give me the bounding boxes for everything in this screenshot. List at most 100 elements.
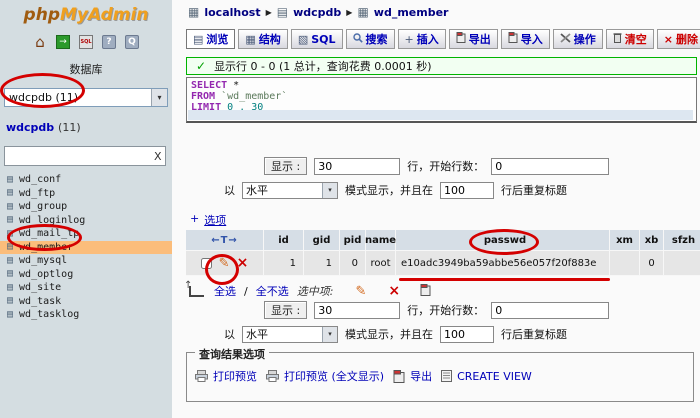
uncheck-all-link[interactable]: 全不选	[256, 283, 289, 299]
database-select[interactable]: wdcpdb (11) ▾	[4, 88, 168, 107]
breadcrumb: ▦ localhost ▶ ▤ wdcpdb ▶ ▦ wd_member	[188, 5, 448, 19]
print-view-full-link[interactable]: 打印预览 (全文显示)	[266, 368, 384, 384]
table-icon: ▤	[7, 242, 13, 252]
sidebar-item-wd_conf[interactable]: ▤wd_conf	[0, 173, 172, 187]
display-mode-select[interactable]: 水平 ▾	[242, 326, 338, 343]
search-icon	[353, 33, 363, 46]
mode-suffix-label: 模式显示，并且在	[345, 182, 433, 198]
column-header-sfzh[interactable]: sfzh	[664, 230, 700, 251]
sql-box-footer	[188, 110, 693, 120]
rows-label: 行，开始行数：	[407, 158, 484, 174]
sidebar-item-wd_task[interactable]: ▤wd_task	[0, 295, 172, 309]
options-toggle[interactable]: + 选项	[190, 212, 226, 228]
export-selected-icon[interactable]	[420, 284, 431, 299]
structure-icon: ▦	[245, 33, 255, 46]
breadcrumb-table[interactable]: wd_member	[374, 6, 449, 19]
select-arrow-icon: ▾	[322, 327, 337, 342]
create-view-link[interactable]: CREATE VIEW	[441, 370, 532, 383]
query-results-options: 查询结果选项 打印预览 打印预览 (全文显示) 导出 CREATE VIEW	[186, 352, 694, 402]
trash-icon	[613, 32, 622, 46]
edit-selected-icon[interactable]: ✎	[355, 285, 366, 298]
tab-operations[interactable]: 操作	[553, 29, 603, 49]
export-link[interactable]: 导出	[393, 368, 432, 384]
column-header-gid[interactable]: gid	[304, 230, 340, 251]
repeat-headers-input[interactable]	[440, 326, 494, 343]
browse-icon: ▤	[193, 33, 203, 46]
plus-icon: +	[190, 212, 199, 228]
table-filter-input[interactable]	[5, 148, 150, 164]
check-all-link[interactable]: 全选	[214, 283, 236, 299]
edit-pencil-icon[interactable]: ✎	[219, 257, 230, 270]
tab-drop[interactable]: ×删除	[657, 29, 700, 49]
column-header-name[interactable]: name	[366, 230, 396, 251]
tab-insert[interactable]: +插入	[398, 29, 446, 49]
sidebar-item-wd_mail_tp[interactable]: ▤wd_mail_tp	[0, 227, 172, 241]
delete-selected-icon[interactable]: ×	[388, 285, 400, 298]
sidebar-item-wd_site[interactable]: ▤wd_site	[0, 281, 172, 295]
table-icon: ▤	[7, 283, 13, 293]
tab-browse[interactable]: ▤浏览	[186, 29, 235, 49]
table-row: ✎ × 1 1 0 root e10adc3949ba59abbe56e057f…	[186, 251, 700, 276]
table-icon: ▤	[7, 296, 13, 306]
filter-clear-button[interactable]: X	[150, 150, 166, 163]
sidebar-item-wd_group[interactable]: ▤wd_group	[0, 200, 172, 214]
print-view-link[interactable]: 打印预览	[195, 368, 257, 384]
select-arrow-icon: ▾	[322, 183, 337, 198]
sql-line-from: FROM `wd_member`	[191, 91, 692, 102]
tab-export[interactable]: 导出	[449, 29, 498, 49]
table-header-row: ←T→ id gid pid name passwd xm xb sfzh	[186, 230, 700, 251]
sidebar-item-wd_loginlog[interactable]: ▤wd_loginlog	[0, 214, 172, 228]
sidebar-item-wd_ftp[interactable]: ▤wd_ftp	[0, 187, 172, 201]
tab-import[interactable]: 导入	[501, 29, 550, 49]
table-icon: ▤	[7, 215, 13, 225]
tab-empty[interactable]: 清空	[606, 29, 654, 49]
sidebar-item-wd_tasklog[interactable]: ▤wd_tasklog	[0, 308, 172, 322]
repeat-headers-input[interactable]	[440, 182, 494, 199]
show-button[interactable]: 显示 :	[264, 157, 307, 175]
delete-x-icon[interactable]: ×	[237, 257, 249, 270]
home-icon[interactable]: ⌂	[33, 35, 47, 49]
tab-sql[interactable]: ▧SQL	[291, 29, 343, 49]
help-icon[interactable]: ?	[102, 35, 116, 49]
printer-icon	[266, 370, 279, 382]
logout-icon[interactable]: →	[56, 35, 70, 49]
display-mode-select[interactable]: 水平 ▾	[242, 182, 338, 199]
num-rows-input[interactable]	[314, 302, 400, 319]
column-header-id[interactable]: id	[264, 230, 304, 251]
results-table: ←T→ id gid pid name passwd xm xb sfzh ✎ …	[186, 230, 700, 276]
table-icon: ▤	[7, 256, 13, 266]
query-window-icon[interactable]: Q	[125, 35, 139, 49]
sql-icon: ▧	[298, 33, 308, 46]
breadcrumb-server[interactable]: localhost	[204, 6, 260, 19]
sidebar-item-wd_optlog[interactable]: ▤wd_optlog	[0, 268, 172, 282]
column-nav-arrows[interactable]: ←T→	[211, 235, 238, 246]
table-icon: ▤	[7, 175, 13, 185]
export-icon	[456, 32, 466, 46]
table-icon: ▤	[7, 229, 13, 239]
sql-window-icon[interactable]: SQL	[79, 35, 93, 49]
column-header-pid[interactable]: pid	[340, 230, 366, 251]
with-selected-label: 选中项:	[297, 283, 334, 299]
breadcrumb-database[interactable]: wdcpdb	[293, 6, 341, 19]
tab-bar: ▤浏览 ▦结构 ▧SQL 搜索 +插入 导出 导入 操作 清空 ×删除	[186, 29, 700, 49]
start-row-input[interactable]	[491, 158, 609, 175]
database-link[interactable]: wdcpdb (11)	[6, 121, 81, 134]
column-header-xm[interactable]: xm	[610, 230, 640, 251]
sidebar-item-wd_member[interactable]: ▤wd_member	[0, 241, 172, 255]
export-icon	[393, 370, 405, 383]
column-header-passwd[interactable]: passwd	[396, 230, 610, 251]
row-checkbox[interactable]	[201, 258, 212, 269]
cell-gid: 1	[304, 251, 340, 276]
tab-structure[interactable]: ▦结构	[238, 29, 287, 49]
mode-suffix-label: 模式显示，并且在	[345, 326, 433, 342]
column-header-xb[interactable]: xb	[640, 230, 664, 251]
start-row-input[interactable]	[491, 302, 609, 319]
column-nav-header[interactable]: ←T→	[186, 230, 264, 251]
show-button[interactable]: 显示 :	[264, 301, 307, 319]
sidebar-item-wd_mysql[interactable]: ▤wd_mysql	[0, 254, 172, 268]
result-summary-text: 显示行 0 - 0 (1 总计，查询花费 0.0001 秒)	[214, 58, 432, 74]
tab-search[interactable]: 搜索	[346, 29, 395, 49]
table-icon: ▦	[357, 5, 368, 19]
database-select-arrow-icon[interactable]: ▾	[151, 89, 167, 106]
num-rows-input[interactable]	[314, 158, 400, 175]
